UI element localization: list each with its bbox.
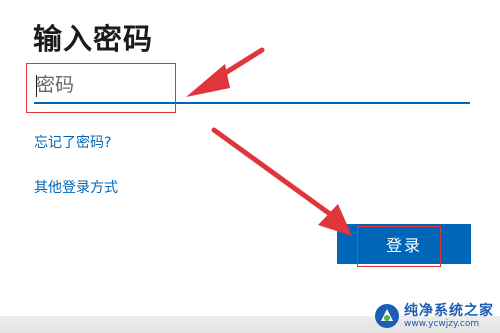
watermark: 纯净系统之家 www.ycwjzy.com [374,301,494,331]
forgot-password-link[interactable]: 忘记了密码? [34,132,111,152]
watermark-url: www.ycwjzy.com [404,318,480,329]
watermark-name: 纯净系统之家 [404,302,494,319]
text-caret [36,75,37,97]
page-title: 输入密码 [33,22,154,56]
red-arrow-icon [211,127,352,236]
other-signin-options-link[interactable]: 其他登录方式 [34,177,118,197]
password-input[interactable] [34,68,470,104]
logo-icon [375,304,399,328]
signin-button[interactable]: 登录 [337,224,471,264]
